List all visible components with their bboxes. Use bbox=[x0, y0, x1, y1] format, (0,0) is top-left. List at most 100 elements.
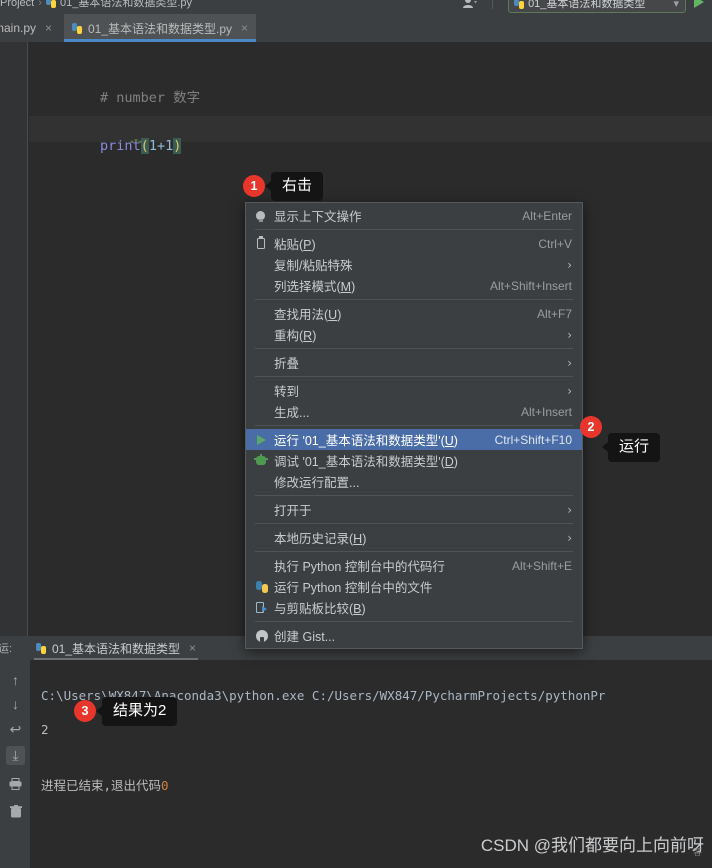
breadcrumb-file[interactable]: 01_基本语法和数据类型.py bbox=[60, 0, 192, 9]
menu-item-label: 运行 Python 控制台中的文件 bbox=[274, 581, 433, 595]
menu-separator bbox=[255, 523, 573, 524]
menu-item-label: 折叠 bbox=[274, 357, 300, 371]
close-icon[interactable]: × bbox=[45, 21, 52, 35]
menu-item-label: 与剪贴板比较(B) bbox=[274, 602, 366, 616]
menu-item-go-to[interactable]: 转到 › bbox=[246, 380, 582, 401]
menu-separator bbox=[255, 299, 573, 300]
menu-item-debug-file[interactable]: 调试 '01_基本语法和数据类型'(D) bbox=[246, 450, 582, 471]
menu-item-label: 打开于 bbox=[274, 504, 312, 518]
menu-item-shortcut: Ctrl+V bbox=[538, 236, 572, 251]
menu-item-label: 转到 bbox=[274, 385, 300, 399]
menu-separator bbox=[255, 376, 573, 377]
run-tab-active[interactable]: 01_基本语法和数据类型 × bbox=[30, 636, 202, 660]
menu-item-label: 重构(R) bbox=[274, 329, 317, 343]
comment-text: # number 数字 bbox=[100, 90, 201, 106]
menu-item-show-context-actions[interactable]: 显示上下文操作 Alt+Enter bbox=[246, 205, 582, 226]
clipboard-icon bbox=[255, 236, 274, 249]
expression: 1+1 bbox=[148, 138, 174, 154]
run-play-icon[interactable] bbox=[694, 0, 704, 8]
close-paren: ) bbox=[173, 138, 182, 154]
breadcrumb: Project › 01_基本语法和数据类型.py bbox=[0, 0, 192, 10]
up-arrow-icon[interactable]: ↑ bbox=[6, 670, 25, 689]
annotation-callout-1: 右击 bbox=[264, 172, 324, 201]
menu-item-label: 显示上下文操作 bbox=[274, 210, 362, 224]
menu-separator bbox=[255, 621, 573, 622]
main-toolbar-strip: Project › 01_基本语法和数据类型.py 01_基本语法和数据类型 ▾ bbox=[0, 0, 712, 14]
chevron-down-icon[interactable]: ▾ bbox=[673, 0, 679, 12]
close-icon[interactable]: × bbox=[189, 641, 196, 655]
print-icon[interactable] bbox=[6, 774, 25, 793]
python-file-icon bbox=[45, 0, 57, 8]
menu-separator bbox=[255, 425, 573, 426]
chevron-right-icon: › bbox=[567, 257, 572, 272]
menu-item-shortcut: Alt+Shift+E bbox=[511, 558, 572, 573]
menu-item-open-in[interactable]: 打开于 › bbox=[246, 499, 582, 520]
menu-item-create-gist[interactable]: 创建 Gist... bbox=[246, 625, 582, 646]
code-line-print: print(1+1) bbox=[35, 122, 182, 170]
breadcrumb-project[interactable]: Project bbox=[0, 0, 34, 9]
menu-item-refactor[interactable]: 重构(R) › bbox=[246, 324, 582, 345]
python-icon bbox=[36, 642, 47, 654]
chevron-right-icon: › bbox=[567, 383, 572, 398]
pycharm-window: Project › 01_基本语法和数据类型.py 01_基本语法和数据类型 ▾ … bbox=[0, 0, 712, 868]
code-line-comment: # number 数字 bbox=[35, 70, 200, 122]
console-exit-text: 进程已结束,退出代码 bbox=[41, 778, 162, 793]
annotation-badge-2: 2 bbox=[580, 416, 602, 438]
menu-item-run-file-in-console[interactable]: 运行 Python 控制台中的文件 bbox=[246, 576, 582, 597]
lightbulb-icon bbox=[255, 211, 274, 222]
menu-item-column-selection-mode[interactable]: 列选择模式(M) Alt+Shift+Insert bbox=[246, 275, 582, 296]
menu-item-run-file[interactable]: 运行 '01_基本语法和数据类型'(U) Ctrl+Shift+F10 bbox=[246, 429, 582, 450]
menu-item-modify-run-configuration[interactable]: 修改运行配置... bbox=[246, 471, 582, 492]
console-exit-code: 0 bbox=[161, 778, 169, 793]
menu-item-copy-paste-special[interactable]: 复制/粘贴特殊 › bbox=[246, 254, 582, 275]
menu-item-compare-with-clipboard[interactable]: 与剪贴板比较(B) bbox=[246, 597, 582, 618]
menu-item-label: 复制/粘贴特殊 bbox=[274, 259, 353, 273]
menu-item-find-usages[interactable]: 查找用法(U) Alt+F7 bbox=[246, 303, 582, 324]
chevron-right-icon: › bbox=[567, 327, 572, 342]
editor-context-menu[interactable]: 显示上下文操作 Alt+Enter 粘贴(P) Ctrl+V 复制/粘贴特殊 ›… bbox=[245, 202, 583, 649]
menu-separator bbox=[255, 348, 573, 349]
github-icon bbox=[255, 629, 274, 642]
menu-item-label: 本地历史记录(H) bbox=[274, 532, 367, 546]
inspection-squiggle bbox=[130, 139, 145, 143]
run-toolbar: ↑ ↓ ↩ ⤓ bbox=[0, 660, 30, 868]
run-tab-label: 01_基本语法和数据类型 bbox=[52, 641, 181, 656]
menu-item-shortcut: Alt+Insert bbox=[520, 404, 572, 419]
trash-icon[interactable] bbox=[6, 802, 25, 821]
python-file-icon bbox=[72, 22, 83, 34]
breadcrumb-separator: › bbox=[38, 0, 42, 9]
menu-item-generate[interactable]: 生成... Alt+Insert bbox=[246, 401, 582, 422]
menu-item-paste[interactable]: 粘贴(P) Ctrl+V bbox=[246, 233, 582, 254]
python-config-icon bbox=[514, 0, 525, 9]
watermark-text: CSDN @我们都要向上向前呀 bbox=[480, 836, 704, 855]
close-icon[interactable]: × bbox=[241, 21, 248, 35]
menu-item-shortcut: Alt+F7 bbox=[536, 306, 572, 321]
watermark-sub: 客 bbox=[692, 847, 702, 857]
editor-tab-main[interactable]: main.py × bbox=[0, 14, 60, 42]
editor-tab-active[interactable]: 01_基本语法和数据类型.py × bbox=[64, 14, 257, 42]
toolbar-divider bbox=[492, 0, 493, 9]
menu-item-shortcut: Alt+Shift+Insert bbox=[489, 278, 572, 293]
menu-item-folding[interactable]: 折叠 › bbox=[246, 352, 582, 373]
person-icon[interactable] bbox=[462, 0, 478, 8]
run-configuration-selector[interactable]: 01_基本语法和数据类型 ▾ bbox=[508, 0, 686, 13]
python-icon bbox=[255, 580, 274, 593]
menu-separator bbox=[255, 229, 573, 230]
menu-item-local-history[interactable]: 本地历史记录(H) › bbox=[246, 527, 582, 548]
watermark: CSDN @我们都要向上向前呀 客 bbox=[480, 831, 704, 857]
annotation-callout-2: 运行 bbox=[601, 433, 661, 462]
menu-separator bbox=[255, 551, 573, 552]
editor-gutter[interactable] bbox=[0, 42, 28, 636]
debug-bug-icon bbox=[254, 454, 274, 465]
menu-item-execute-line-in-console[interactable]: 执行 Python 控制台中的代码行 Alt+Shift+E bbox=[246, 555, 582, 576]
down-arrow-icon[interactable]: ↓ bbox=[6, 694, 25, 713]
diff-icon bbox=[255, 601, 274, 614]
scroll-to-end-icon[interactable]: ⤓ bbox=[6, 746, 25, 765]
menu-item-shortcut: Alt+Enter bbox=[522, 208, 572, 223]
console-exit-line: 进程已结束,退出代码0 bbox=[41, 775, 169, 794]
soft-wrap-icon[interactable]: ↩ bbox=[6, 720, 25, 739]
editor-tab-label: main.py bbox=[0, 21, 37, 35]
chevron-right-icon: › bbox=[567, 502, 572, 517]
menu-item-label: 调试 '01_基本语法和数据类型'(D) bbox=[274, 455, 458, 469]
editor-tab-bar: main.py × 01_基本语法和数据类型.py × bbox=[0, 14, 712, 42]
